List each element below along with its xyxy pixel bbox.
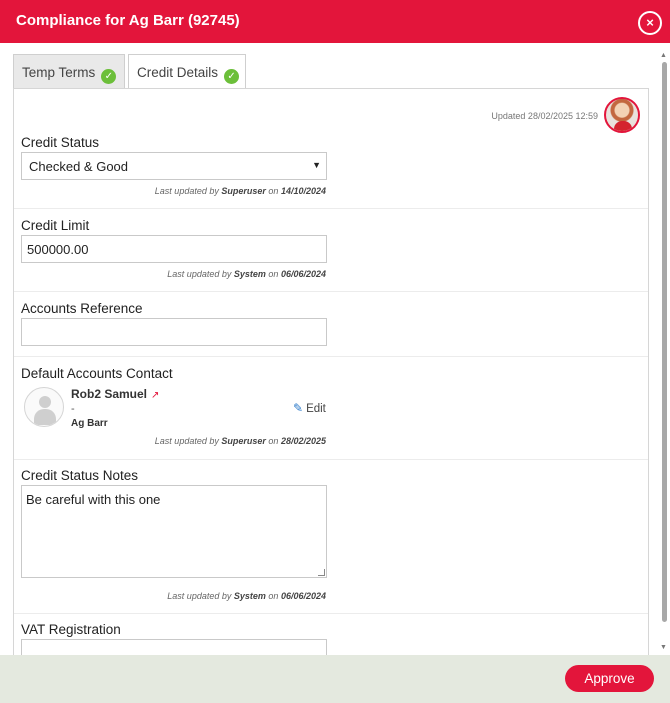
scrollbar[interactable]: ▲ ▼ <box>660 52 668 655</box>
vat-registration-input[interactable] <box>21 639 327 655</box>
contact-placeholder: - <box>71 403 75 415</box>
divider <box>14 208 648 209</box>
check-circle-icon: ✓ <box>101 69 117 84</box>
credit-limit-input[interactable]: 500000.00 <box>21 235 327 263</box>
accounts-reference-input[interactable] <box>21 318 327 346</box>
contact-meta: Last updated by Superuser on 28/02/2025 <box>154 436 326 446</box>
dialog-footer: Approve <box>0 655 670 703</box>
external-link-icon[interactable]: ↗ <box>151 390 159 401</box>
check-circle-icon: ✓ <box>224 69 240 84</box>
pencil-icon: ✎ <box>293 401 304 415</box>
tab-temp-terms[interactable]: Temp Terms ✓ <box>13 54 125 90</box>
accounts-reference-label: Accounts Reference <box>21 301 143 316</box>
person-placeholder-icon <box>24 387 64 427</box>
edit-contact-button[interactable]: ✎ Edit <box>293 401 326 415</box>
close-icon[interactable]: × <box>638 11 662 35</box>
credit-status-meta: Last updated by Superuser on 14/10/2024 <box>154 186 326 196</box>
contact-name[interactable]: Rob2 Samuel ↗ <box>71 387 159 401</box>
credit-status-notes-meta: Last updated by System on 06/06/2024 <box>167 591 326 601</box>
chevron-down-icon: ▼ <box>312 160 321 170</box>
user-avatar-icon[interactable] <box>604 97 640 133</box>
tab-label: Credit Details <box>137 65 219 80</box>
scroll-down-icon[interactable]: ▼ <box>660 644 667 651</box>
updated-timestamp: Updated 28/02/2025 12:59 <box>491 111 598 121</box>
credit-limit-label: Credit Limit <box>21 218 90 233</box>
credit-details-panel: Updated 28/02/2025 12:59 Credit Status C… <box>13 88 649 655</box>
divider <box>14 291 648 292</box>
divider <box>14 613 648 614</box>
dialog-header: Compliance for Ag Barr (92745) × <box>0 0 670 43</box>
divider <box>14 459 648 460</box>
credit-limit-meta: Last updated by System on 06/06/2024 <box>167 269 326 279</box>
resize-grip-icon[interactable] <box>318 569 325 576</box>
tab-credit-details[interactable]: Credit Details ✓ <box>128 54 246 90</box>
credit-status-notes-label: Credit Status Notes <box>21 468 139 483</box>
vat-registration-label: VAT Registration <box>21 622 121 637</box>
credit-status-notes-textarea[interactable]: Be careful with this one <box>21 485 327 578</box>
credit-status-notes-value: Be careful with this one <box>26 492 161 507</box>
credit-status-value: Checked & Good <box>29 159 129 174</box>
scroll-up-icon[interactable]: ▲ <box>660 52 667 59</box>
contact-company: Ag Barr <box>71 418 108 429</box>
credit-status-label: Credit Status <box>21 135 100 150</box>
scroll-thumb[interactable] <box>662 62 667 622</box>
credit-status-select[interactable]: Checked & Good ▼ <box>21 152 327 180</box>
default-accounts-contact-label: Default Accounts Contact <box>21 366 173 381</box>
approve-button[interactable]: Approve <box>565 665 654 692</box>
tab-label: Temp Terms <box>22 65 96 80</box>
dialog-title: Compliance for Ag Barr (92745) <box>16 12 240 29</box>
divider <box>14 356 648 357</box>
